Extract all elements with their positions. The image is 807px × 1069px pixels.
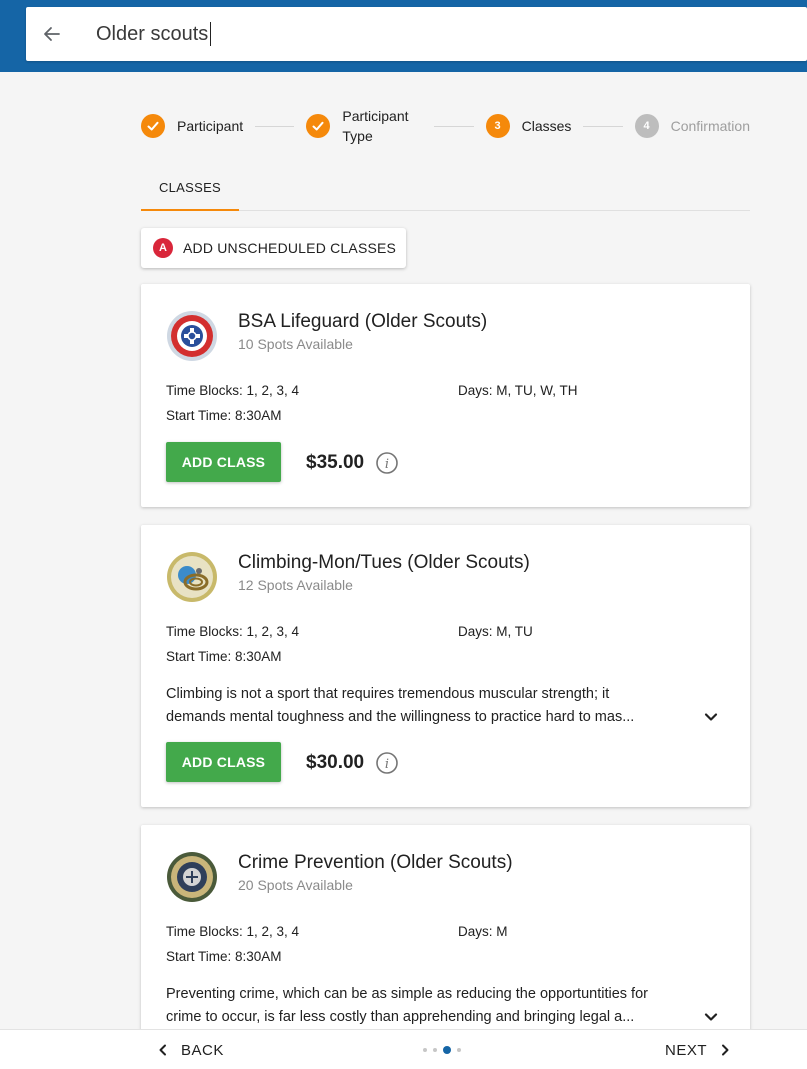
step-connector [434,125,474,127]
class-card: BSA Lifeguard (Older Scouts) 10 Spots Av… [141,284,750,507]
class-header: BSA Lifeguard (Older Scouts) 10 Spots Av… [166,310,487,362]
page-dot [433,1048,437,1052]
class-title: BSA Lifeguard (Older Scouts) [238,311,488,332]
step-participant[interactable]: Participant [141,114,243,138]
back-arrow-icon[interactable] [30,12,74,56]
class-title: Climbing-Mon/Tues (Older Scouts) [238,552,530,573]
class-description: Climbing is not a sport that requires tr… [166,683,696,729]
lifeguard-badge-icon [166,310,218,362]
days: Days: M, TU, W, TH [458,383,578,398]
tab-classes[interactable]: CLASSES [141,166,239,211]
step-number: 3 [485,114,510,138]
page-dot [423,1048,427,1052]
time-blocks: Time Blocks: 1, 2, 3, 4 [166,624,300,639]
crime-prevention-badge-icon [166,851,218,903]
class-header: Crime Prevention (Older Scouts) 20 Spots… [166,851,513,903]
days: Days: M, TU [458,624,533,639]
step-label: Participant Type [342,108,409,144]
search-query: Older scouts [96,22,209,45]
class-card: Climbing-Mon/Tues (Older Scouts) 12 Spot… [141,525,750,807]
step-label: Participant [177,118,244,134]
chevron-down-icon[interactable] [700,1006,722,1028]
step-connector [583,125,623,127]
step-classes[interactable]: 3 Classes [485,114,572,138]
spots-available: 10 Spots Available [238,336,353,352]
info-icon[interactable]: i [375,451,399,475]
days: Days: M [458,924,508,939]
checkmark-icon [141,114,165,138]
svg-text:i: i [385,757,389,772]
page-dot-active [443,1046,451,1054]
step-number: 4 [634,114,659,138]
class-header: Climbing-Mon/Tues (Older Scouts) 12 Spot… [166,551,530,603]
back-label: BACK [181,1041,224,1059]
page-indicator [420,1030,464,1069]
svg-text:i: i [385,457,389,472]
start-time: Start Time: 8:30AM [166,649,282,664]
add-class-button[interactable]: ADD CLASS [166,742,281,782]
spots-available: 12 Spots Available [238,577,353,593]
description-line: Preventing crime, which can be as simple… [166,986,648,1002]
time-blocks: Time Blocks: 1, 2, 3, 4 [166,383,300,398]
step-confirmation[interactable]: 4 Confirmation [634,114,750,138]
step-connector [255,125,295,127]
checkmark-icon [306,114,331,138]
add-unscheduled-classes-button[interactable]: A ADD UNSCHEDULED CLASSES [141,228,406,268]
chevron-down-icon[interactable] [700,706,722,728]
class-title: Crime Prevention (Older Scouts) [238,852,513,873]
button-label: ADD UNSCHEDULED CLASSES [183,240,397,256]
back-button[interactable]: BACK [155,1030,224,1069]
class-price: $35.00 [306,452,365,473]
class-price: $30.00 [306,752,365,773]
text-cursor [210,22,212,46]
spots-available: 20 Spots Available [238,877,353,893]
chevron-left-icon [159,1044,166,1056]
chevron-right-icon [722,1044,729,1056]
next-button[interactable]: NEXT [665,1030,733,1069]
climbing-badge-icon [166,551,218,603]
search-bar[interactable]: Older scouts [26,7,807,61]
tab-bar: CLASSES [141,166,750,211]
registration-stepper: Participant Participant Type 3 Classes 4… [141,100,750,152]
info-icon[interactable]: i [375,751,399,775]
badge: A [153,238,173,258]
start-time: Start Time: 8:30AM [166,408,282,423]
start-time: Start Time: 8:30AM [166,949,282,964]
next-label: NEXT [665,1041,708,1059]
time-blocks: Time Blocks: 1, 2, 3, 4 [166,924,300,939]
add-class-button[interactable]: ADD CLASS [166,442,281,482]
app-header: Older scouts [0,0,807,72]
description-line: crime to occur, is far less costly than … [166,1009,635,1025]
search-input[interactable]: Older scouts [96,22,212,46]
step-label: Confirmation [670,118,750,134]
description-line: Climbing is not a sport that requires tr… [166,686,610,702]
bottom-navigation: BACK NEXT [0,1029,807,1069]
class-description: Preventing crime, which can be as simple… [166,983,696,1029]
step-participant-type[interactable]: Participant Type [306,106,422,146]
description-line: demands mental toughness and the willing… [166,709,635,725]
step-label: Classes [521,118,572,134]
page-dot [457,1048,461,1052]
